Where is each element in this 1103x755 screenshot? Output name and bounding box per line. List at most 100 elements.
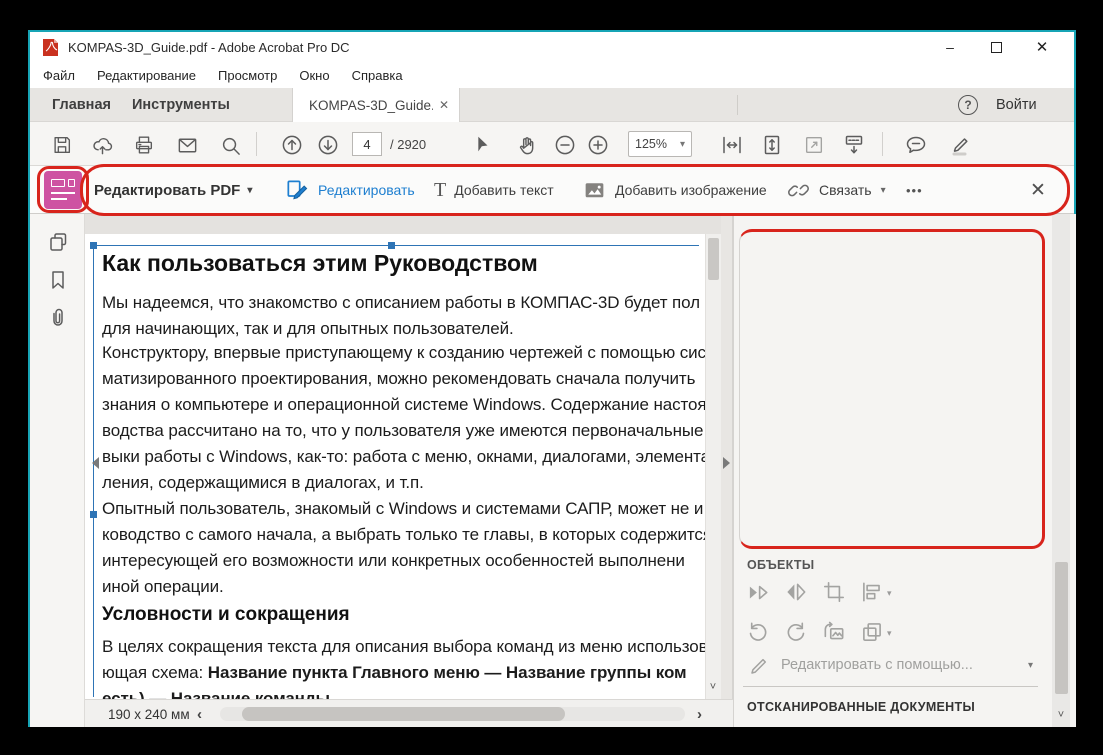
- align-right-button[interactable]: [825, 417, 851, 439]
- add-image-button[interactable]: Добавить изображение: [582, 166, 767, 214]
- zoom-in-button[interactable]: [586, 133, 610, 157]
- bullet-list-dropdown[interactable]: ▾: [789, 375, 811, 405]
- doc-line: ления, содержащимися в диалогах, и т.п.: [102, 470, 702, 496]
- add-text-button[interactable]: T Добавить текст: [434, 166, 554, 214]
- sign-in-button[interactable]: Войти: [996, 88, 1037, 122]
- font-color-swatch[interactable]: [847, 298, 883, 334]
- edit-button[interactable]: Редактировать: [284, 166, 415, 214]
- save-button[interactable]: [50, 133, 74, 157]
- italic-button[interactable]: T: [791, 340, 821, 365]
- selection-handle[interactable]: [388, 242, 395, 249]
- edit-pdf-tool-icon[interactable]: [44, 171, 82, 209]
- arrange-objects-dropdown[interactable]: ▾: [887, 628, 892, 639]
- fullscreen-button[interactable]: [802, 133, 826, 157]
- bullet-list-button[interactable]: [749, 375, 789, 405]
- fit-page-button[interactable]: [760, 133, 784, 157]
- crop-icon: [821, 579, 847, 605]
- chevron-down-icon: ▾: [919, 499, 930, 510]
- line-spacing-select[interactable]: 1,18 ▾: [774, 448, 838, 478]
- panel-vertical-scrollbar[interactable]: ˅: [1052, 214, 1070, 727]
- font-family-select[interactable]: Helios ▾: [749, 263, 931, 293]
- link-label: Связать: [819, 182, 872, 198]
- select-tool-button[interactable]: [470, 133, 494, 157]
- menu-file[interactable]: Файл: [32, 68, 86, 83]
- rotate-cw-button[interactable]: [783, 619, 809, 645]
- panel-scroll-down-arrow[interactable]: ˅: [1052, 706, 1070, 724]
- print-button[interactable]: [132, 133, 156, 157]
- scroll-left-arrow[interactable]: ‹: [197, 700, 202, 728]
- collapse-left-pane-arrow[interactable]: [86, 457, 99, 469]
- bold-button[interactable]: T: [753, 340, 783, 365]
- fit-width-button[interactable]: [720, 133, 744, 157]
- link-button[interactable]: Связать ▾: [786, 166, 886, 214]
- scroll-mode-button[interactable]: [842, 133, 866, 157]
- rotate-ccw-button[interactable]: [745, 619, 771, 645]
- crop-button[interactable]: [821, 579, 847, 605]
- scroll-down-arrow[interactable]: ˅: [705, 677, 721, 697]
- numbered-list-dropdown[interactable]: ▾: [865, 375, 887, 405]
- flip-horizontal-button[interactable]: [783, 579, 809, 605]
- flip-vertical-button[interactable]: [745, 579, 771, 605]
- close-edit-toolbar-button[interactable]: ✕: [1030, 166, 1046, 214]
- menu-window[interactable]: Окно: [288, 68, 340, 83]
- document-vertical-scrollbar[interactable]: [705, 234, 721, 699]
- document-scrollbar-thumb[interactable]: [708, 238, 719, 280]
- superscript-button[interactable]: T1: [867, 340, 897, 365]
- paragraph-spacing-select[interactable]: 12,34 ▾: [874, 448, 940, 478]
- edit-pdf-toolbar: Редактировать PDF ▾ Редактировать T Доба…: [30, 166, 1074, 214]
- align-objects-button[interactable]: [859, 579, 885, 605]
- menu-help[interactable]: Справка: [341, 68, 414, 83]
- align-left-button[interactable]: [749, 417, 775, 439]
- search-icon: [219, 134, 242, 157]
- menu-view[interactable]: Просмотр: [207, 68, 288, 83]
- selection-handle[interactable]: [90, 511, 97, 518]
- font-size-select[interactable]: 9,96 ▾: [749, 301, 829, 331]
- align-center-button[interactable]: [787, 417, 813, 439]
- flip-vertical-icon: [745, 579, 771, 605]
- maximize-button[interactable]: [976, 32, 1016, 62]
- underline-button[interactable]: T: [829, 340, 859, 365]
- more-tools-button[interactable]: •••: [906, 166, 923, 214]
- align-objects-dropdown[interactable]: ▾: [887, 588, 892, 599]
- zoom-level-select[interactable]: 125% ▾: [628, 131, 692, 157]
- previous-page-button[interactable]: [280, 133, 304, 157]
- edit-pdf-tool-menu[interactable]: Редактировать PDF ▾: [94, 166, 252, 214]
- highlight-tool-button[interactable]: [948, 133, 972, 157]
- selection-handle[interactable]: [90, 242, 97, 249]
- page-count-label: / 2920: [390, 122, 426, 166]
- document-page[interactable]: Как пользоваться этим РуководствомМы над…: [85, 234, 705, 699]
- page-number-input[interactable]: 4: [352, 132, 382, 156]
- attachments-button[interactable]: [46, 306, 70, 330]
- minimize-button[interactable]: –: [930, 32, 970, 62]
- share-button[interactable]: [90, 133, 114, 157]
- subscript-button[interactable]: T1: [905, 340, 935, 367]
- edit-with-button[interactable]: Редактировать с помощью... ▾: [747, 652, 1047, 678]
- justify-button[interactable]: [863, 417, 889, 439]
- replace-image-button[interactable]: [821, 619, 847, 645]
- email-button[interactable]: [175, 133, 199, 157]
- line-spacing-value: 1,18: [782, 456, 807, 471]
- paragraph-spacing-icon: [847, 450, 871, 476]
- zoom-out-button[interactable]: [553, 133, 577, 157]
- numbered-list-button[interactable]: 123: [825, 375, 865, 405]
- scroll-right-arrow[interactable]: ›: [697, 700, 702, 728]
- tab-home[interactable]: Главная: [52, 88, 111, 122]
- hand-tool-button[interactable]: [515, 133, 539, 157]
- close-document-icon[interactable]: ✕: [439, 98, 449, 112]
- tab-tools[interactable]: Инструменты: [132, 88, 230, 122]
- page-thumbnails-button[interactable]: [46, 230, 70, 254]
- close-window-button[interactable]: ✕: [1022, 32, 1062, 62]
- help-icon[interactable]: ?: [958, 95, 978, 115]
- bookmarks-button[interactable]: [46, 268, 70, 292]
- horizontal-scrollbar-thumb[interactable]: [242, 707, 565, 721]
- comment-tool-button[interactable]: [904, 133, 928, 157]
- menu-edit[interactable]: Редактирование: [86, 68, 207, 83]
- horizontal-scale-select[interactable]: 100 ▾: [774, 489, 838, 519]
- horizontal-scrollbar[interactable]: [220, 707, 685, 721]
- panel-scrollbar-thumb[interactable]: [1055, 562, 1068, 694]
- next-page-button[interactable]: [316, 133, 340, 157]
- tab-document[interactable]: KOMPAS-3D_Guide... ✕: [292, 88, 460, 122]
- arrange-objects-button[interactable]: [859, 619, 885, 645]
- search-button[interactable]: [218, 133, 242, 157]
- kerning-select[interactable]: 0 ▾: [874, 489, 938, 519]
